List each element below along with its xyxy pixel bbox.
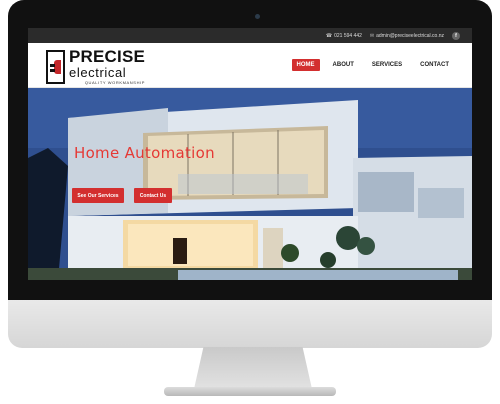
logo-line2: electrical — [69, 65, 127, 80]
logo-tagline: QUALITY WORKMANSHIP — [84, 80, 146, 85]
phone-contact[interactable]: ☎ 021 594 442 — [326, 33, 362, 39]
house-photo — [28, 88, 472, 280]
email-contact[interactable]: ✉ admin@preciseelectrical.co.nz — [370, 33, 444, 39]
site-logo[interactable]: PRECISE electrical QUALITY WORKMANSHIP — [46, 48, 145, 85]
contact-us-button[interactable]: Contact Us — [134, 188, 172, 203]
logo-text: PRECISE electrical QUALITY WORKMANSHIP — [69, 48, 145, 85]
monitor-chin — [8, 300, 492, 348]
email-address[interactable]: admin@preciseelectrical.co.nz — [376, 33, 444, 39]
main-nav: HOME ABOUT SERVICES CONTACT — [291, 59, 454, 71]
nav-home[interactable]: HOME — [291, 59, 320, 71]
plug-logo-icon — [46, 49, 65, 84]
logo-line1: PRECISE — [69, 47, 146, 66]
phone-icon: ☎ — [325, 32, 333, 39]
monitor-stand — [194, 347, 312, 389]
nav-services[interactable]: SERVICES — [367, 59, 407, 71]
monitor-base — [164, 387, 336, 396]
mail-icon: ✉ — [369, 32, 375, 39]
nav-about[interactable]: ABOUT — [328, 59, 359, 71]
hero-title: Home Automation — [74, 144, 215, 162]
nav-contact[interactable]: CONTACT — [415, 59, 454, 71]
site-header: PRECISE electrical QUALITY WORKMANSHIP H… — [28, 43, 472, 88]
website-screen: ☎ 021 594 442 ✉ admin@preciseelectrical.… — [28, 28, 472, 280]
see-our-services-button[interactable]: See Our Services — [72, 188, 124, 203]
webcam-icon — [255, 14, 260, 19]
facebook-icon[interactable]: f — [452, 31, 460, 40]
top-contact-bar: ☎ 021 594 442 ✉ admin@preciseelectrical.… — [28, 28, 472, 43]
facebook-letter: f — [455, 32, 457, 39]
hero-banner: Home Automation See Our Services Contact… — [28, 88, 472, 280]
phone-number[interactable]: 021 594 442 — [334, 33, 362, 39]
